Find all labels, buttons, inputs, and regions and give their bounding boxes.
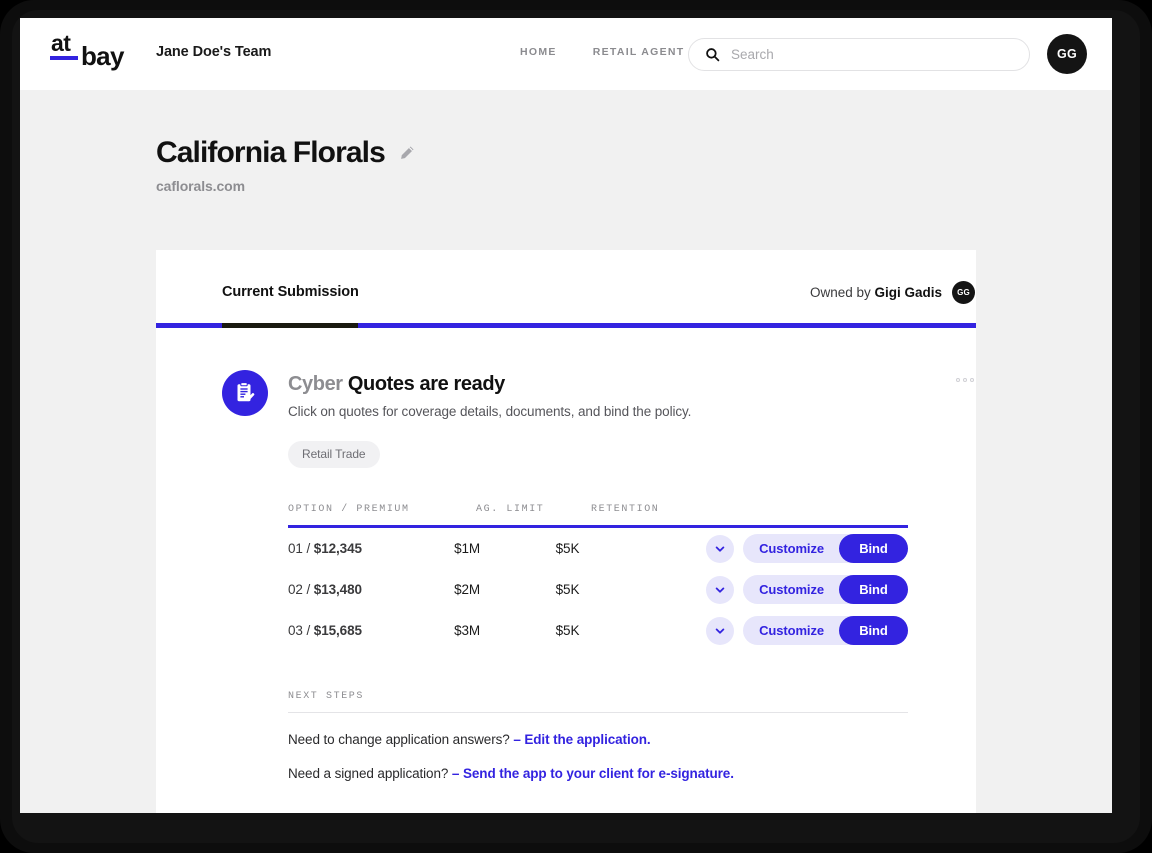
quote-header: Cyber Quotes are ready Click on quotes f… — [156, 328, 976, 419]
table-row[interactable]: 03 / $15,685 $3M $5K Customize Bind — [288, 610, 908, 651]
next-steps-divider — [288, 712, 908, 713]
submission-card: Current Submission Owned by Gigi Gadis G… — [156, 250, 976, 813]
pencil-icon[interactable] — [397, 144, 416, 163]
quote-heading: Cyber Quotes are ready — [288, 372, 976, 396]
top-navigation-bar: at bay Jane Doe's Team HOME RETAIL AGENT — [20, 18, 1112, 90]
primary-nav: HOME RETAIL AGENT — [520, 46, 685, 58]
owner-prefix: Owned by — [809, 285, 875, 300]
cell-option-premium: 03 / $15,685 — [288, 623, 454, 638]
cell-retention: $5K — [555, 541, 580, 556]
action-pill: Customize Bind — [743, 534, 908, 563]
chevron-down-icon[interactable] — [706, 575, 735, 604]
next-step-item: Need to change application answers? – Ed… — [288, 732, 908, 747]
quote-options-table: OPTION / PREMIUM AG. LIMIT RETENTION 01 … — [288, 504, 908, 651]
row-actions: Customize Bind — [706, 616, 908, 645]
option-number: 02 / — [288, 582, 314, 597]
option-premium: $13,480 — [313, 582, 362, 597]
action-pill: Customize Bind — [743, 575, 908, 604]
row-actions: Customize Bind — [706, 534, 908, 563]
cell-retention: $5K — [555, 582, 580, 597]
option-premium: $12,345 — [313, 541, 362, 556]
edit-application-link[interactable]: Edit the application. — [524, 732, 650, 747]
customize-button[interactable]: Customize — [759, 623, 839, 638]
kebab-menu-icon[interactable] — [956, 378, 974, 382]
device-frame: at bay Jane Doe's Team HOME RETAIL AGENT — [0, 0, 1152, 853]
nav-item-retail-agent[interactable]: RETAIL AGENT — [593, 46, 685, 58]
table-header-row: OPTION / PREMIUM AG. LIMIT RETENTION — [288, 504, 908, 525]
logo-dash-mark — [50, 56, 78, 60]
next-step-item: Need a signed application? – Send the ap… — [288, 766, 908, 781]
row-actions: Customize Bind — [706, 575, 908, 604]
page-title-row: California Florals — [156, 136, 416, 170]
quote-heading-product: Cyber — [288, 373, 348, 395]
cell-ag-limit: $2M — [454, 582, 481, 597]
bind-button[interactable]: Bind — [838, 616, 908, 645]
clipboard-check-icon — [222, 370, 268, 416]
next-steps-label: NEXT STEPS — [288, 691, 365, 702]
send-for-esignature-link[interactable]: Send the app to your client for e-signat… — [463, 766, 734, 781]
owner-avatar[interactable]: GG — [952, 281, 975, 304]
chevron-down-icon[interactable] — [706, 616, 735, 645]
page-title: California Florals — [156, 136, 386, 169]
cell-option-premium: 01 / $12,345 — [288, 541, 454, 556]
owner-name: Gigi Gadis — [874, 285, 942, 300]
tag-row: Retail Trade — [288, 441, 976, 468]
owner-label: Owned by Gigi Gadis — [810, 285, 942, 300]
table-row[interactable]: 01 / $12,345 $1M $5K Customize Bind — [288, 528, 908, 569]
browser-viewport: at bay Jane Doe's Team HOME RETAIL AGENT — [20, 18, 1112, 813]
page-heading: California Florals caflorals.com — [156, 136, 416, 194]
nav-item-home[interactable]: HOME — [520, 46, 557, 58]
kebab-dot — [956, 378, 960, 382]
bind-button[interactable]: Bind — [838, 534, 908, 563]
owner-block: Owned by Gigi Gadis GG — [810, 281, 975, 304]
logo-text-bay: bay — [81, 41, 124, 71]
atbay-logo[interactable]: at bay — [45, 32, 131, 78]
customize-button[interactable]: Customize — [759, 541, 839, 556]
chevron-down-icon[interactable] — [706, 534, 735, 563]
option-premium: $15,685 — [313, 623, 362, 638]
logo-text-at: at — [51, 30, 71, 56]
next-step-dash: – — [451, 766, 463, 781]
quote-heading-status: Quotes are ready — [347, 373, 505, 395]
column-header-option-premium: OPTION / PREMIUM — [288, 504, 410, 515]
quote-block: Cyber Quotes are ready Click on quotes f… — [156, 328, 976, 781]
quote-subtext: Click on quotes for coverage details, do… — [288, 404, 692, 419]
card-tab-bar: Current Submission Owned by Gigi Gadis G… — [156, 250, 976, 328]
column-header-ag-limit: AG. LIMIT — [476, 504, 545, 515]
bind-button[interactable]: Bind — [838, 575, 908, 604]
search-box[interactable] — [688, 38, 1030, 71]
cell-ag-limit: $3M — [454, 623, 481, 638]
column-header-retention: RETENTION — [591, 504, 660, 515]
table-row[interactable]: 02 / $13,480 $2M $5K Customize Bind — [288, 569, 908, 610]
team-name-label: Jane Doe's Team — [156, 44, 272, 60]
next-steps-section: NEXT STEPS Need to change application an… — [288, 691, 908, 781]
user-avatar[interactable]: GG — [1047, 34, 1087, 74]
next-step-dash: – — [513, 732, 525, 747]
cell-retention: $5K — [555, 623, 580, 638]
next-step-question: Need to change application answers? — [288, 732, 514, 747]
page-subtitle-domain: caflorals.com — [156, 178, 245, 194]
kebab-dot — [970, 378, 974, 382]
tab-current-submission[interactable]: Current Submission — [222, 284, 359, 300]
option-number: 01 / — [288, 541, 314, 556]
search-icon — [705, 47, 720, 62]
next-step-question: Need a signed application? — [288, 766, 452, 781]
search-input[interactable] — [729, 46, 1003, 63]
option-number: 03 / — [288, 623, 314, 638]
cell-option-premium: 02 / $13,480 — [288, 582, 454, 597]
customize-button[interactable]: Customize — [759, 582, 839, 597]
cell-ag-limit: $1M — [454, 541, 481, 556]
industry-tag-chip: Retail Trade — [288, 441, 380, 468]
kebab-dot — [963, 378, 967, 382]
action-pill: Customize Bind — [743, 616, 908, 645]
